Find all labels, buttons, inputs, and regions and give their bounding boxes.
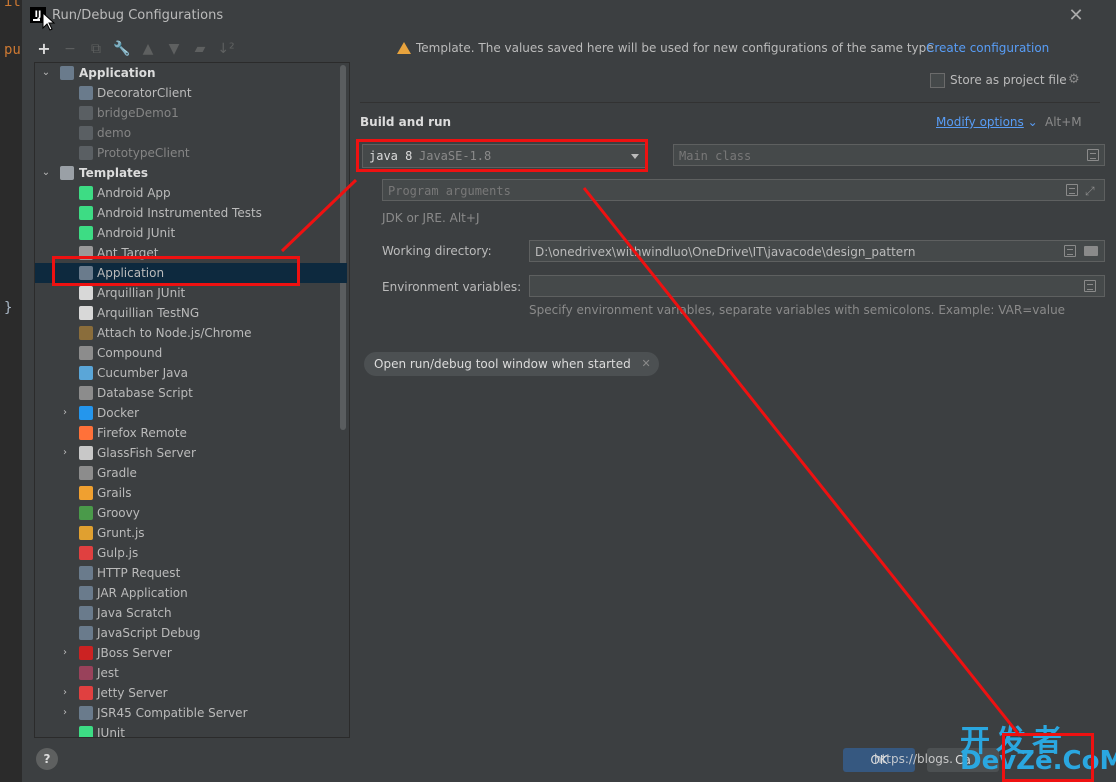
mouse-cursor (42, 12, 56, 31)
annotation-arrows (280, 178, 1022, 737)
